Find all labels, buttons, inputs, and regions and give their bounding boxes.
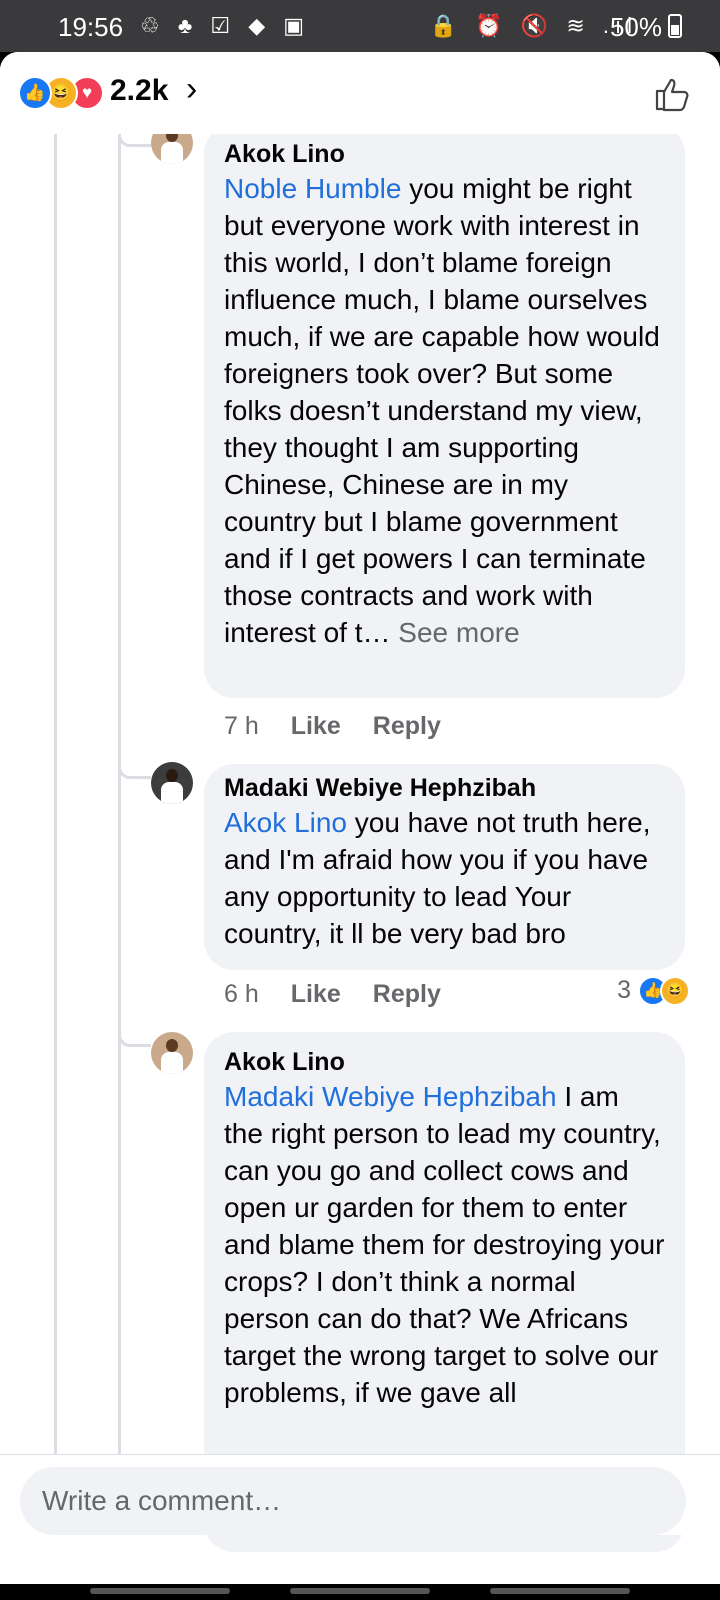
nav-back[interactable] xyxy=(490,1588,630,1594)
comment-text: Madaki Webiye Hephzibah I am the right p… xyxy=(224,1078,665,1411)
avatar-head xyxy=(166,1039,178,1052)
haha-reaction-icon: 😆 xyxy=(660,976,690,1007)
system-icons: 🔒 ⏰ 🔇 ≋ .ıl xyxy=(429,13,638,38)
comment-text: Akok Lino you have not truth here, and I… xyxy=(224,804,665,952)
comment-body: you might be right but everyone work wit… xyxy=(224,173,660,648)
mention-link[interactable]: Akok Lino xyxy=(224,807,347,838)
reply-button[interactable]: Reply xyxy=(373,980,441,1008)
nav-recents[interactable] xyxy=(90,1588,230,1594)
reply-button[interactable]: Reply xyxy=(373,712,441,740)
comment-author[interactable]: Akok Lino xyxy=(224,138,665,170)
reply-connector xyxy=(118,1032,151,1047)
avatar-body xyxy=(161,782,183,804)
reply-connector xyxy=(118,764,151,779)
avatar[interactable] xyxy=(151,762,193,804)
battery-icon xyxy=(668,14,682,38)
like-reaction-icon: 👍 xyxy=(18,76,52,110)
like-post-icon[interactable] xyxy=(654,76,690,112)
comment-text: Noble Humble you might be right but ever… xyxy=(224,170,665,651)
nav-home[interactable] xyxy=(290,1588,430,1594)
comment-time: 6 h xyxy=(224,980,259,1008)
comment-thread: Akok Lino Noble Humble you might be righ… xyxy=(0,122,720,1552)
reactions-header[interactable]: 👍 😆 ♥ 2.2k › xyxy=(0,52,720,134)
avatar-body xyxy=(161,1052,183,1074)
comment-bubble[interactable]: Akok Lino Noble Humble you might be righ… xyxy=(204,124,685,698)
comment-body: I am the right person to lead my country… xyxy=(224,1081,665,1408)
comment-actions: 6 h Like Reply xyxy=(224,980,473,1009)
reply-thread-line xyxy=(118,134,121,1534)
notification-icons: ♲ ♣ ☑ ◆ ▣ xyxy=(140,13,311,38)
thread-line xyxy=(54,134,57,1534)
reaction-count[interactable]: 2.2k xyxy=(110,74,168,108)
battery-percent: 50% xyxy=(609,12,662,42)
comment-reactions[interactable]: 3 👍 😆 xyxy=(617,976,690,1007)
comment-reaction-count: 3 xyxy=(617,976,632,1004)
see-more-link[interactable]: See more xyxy=(398,617,519,648)
comment-author[interactable]: Madaki Webiye Hephzibah xyxy=(224,772,665,804)
avatar[interactable] xyxy=(151,1032,193,1074)
avatar-body xyxy=(161,142,183,164)
like-button[interactable]: Like xyxy=(291,712,341,740)
status-time: 19:56 xyxy=(58,12,124,42)
comment-composer: Write a comment… xyxy=(0,1454,720,1535)
status-bar: 19:56 ♲ ♣ ☑ ◆ ▣ 🔒 ⏰ 🔇 ≋ .ıl 50% xyxy=(0,0,720,52)
comment-author[interactable]: Akok Lino xyxy=(224,1046,665,1078)
mention-link[interactable]: Madaki Webiye Hephzibah xyxy=(224,1081,557,1112)
reply-connector xyxy=(118,132,151,147)
comment-actions: 7 h Like Reply xyxy=(224,712,473,741)
mention-link[interactable]: Noble Humble xyxy=(224,173,401,204)
like-button[interactable]: Like xyxy=(291,980,341,1008)
comment-time: 7 h xyxy=(224,712,259,740)
system-nav-bar xyxy=(0,1584,720,1600)
comment-input[interactable]: Write a comment… xyxy=(20,1467,686,1535)
chevron-right-icon[interactable]: › xyxy=(186,70,197,109)
avatar-head xyxy=(166,769,178,782)
comment-bubble[interactable]: Madaki Webiye Hephzibah Akok Lino you ha… xyxy=(204,764,685,970)
comments-sheet: 👍 😆 ♥ 2.2k › Akok Lino Noble Humble you … xyxy=(0,52,720,1584)
